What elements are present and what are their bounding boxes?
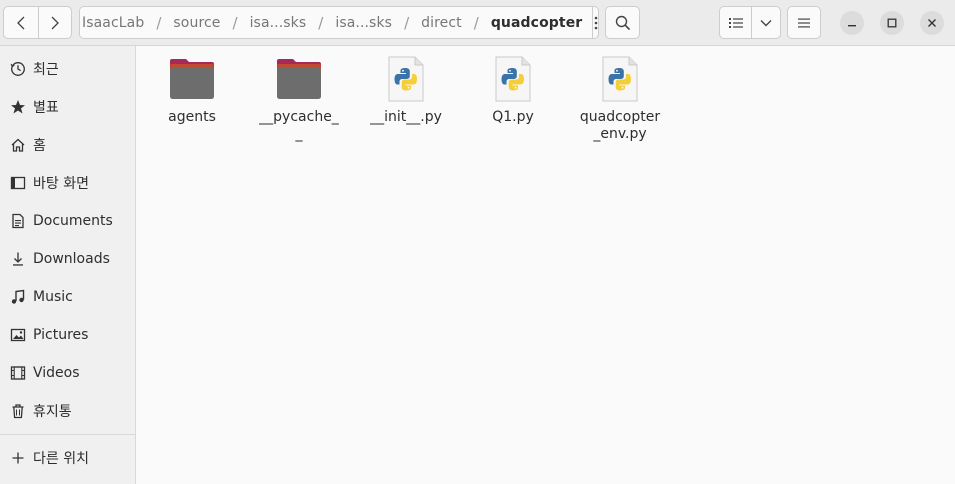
list-view-button[interactable]: [720, 7, 752, 38]
back-button[interactable]: [4, 7, 38, 38]
download-icon: [9, 251, 26, 268]
chevron-down-icon: [760, 19, 772, 26]
view-options-button[interactable]: [752, 7, 780, 38]
sidebar-item-label: 홈: [33, 138, 46, 154]
forward-button[interactable]: [37, 7, 72, 38]
path-separator: /: [232, 13, 238, 32]
file-item-q1-py[interactable]: Q1.py: [458, 55, 568, 126]
file-name: Q1.py: [492, 109, 534, 125]
minimize-button[interactable]: [840, 11, 864, 35]
file-name: quadcopter_env.py: [579, 109, 661, 142]
file-item-pycache[interactable]: __pycache__: [244, 55, 354, 143]
sidebar-item-label: Music: [33, 289, 73, 305]
sidebar-item-pictures[interactable]: Pictures: [0, 317, 135, 353]
sidebar-item-label: Downloads: [33, 251, 110, 267]
sidebar-item-label: 휴지통: [33, 404, 72, 420]
maximize-button[interactable]: [880, 11, 904, 35]
sidebar-item-label: Documents: [33, 213, 113, 229]
path-separator: /: [473, 13, 479, 32]
python-file-icon: [594, 55, 646, 103]
list-view-icon: [728, 17, 743, 28]
plus-icon: [9, 450, 26, 467]
file-item-quadcopter-env-py[interactable]: quadcopter_env.py: [565, 55, 675, 143]
file-name: __init__.py: [370, 109, 442, 125]
breadcrumb-direct[interactable]: direct: [411, 15, 472, 31]
desktop-icon: [9, 175, 26, 192]
header-bar: IsaacLab / source / isa...sks / isa...sk…: [0, 0, 955, 46]
breadcrumb-isaaclab[interactable]: IsaacLab: [82, 15, 154, 31]
path-separator: /: [404, 13, 410, 32]
path-separator: /: [156, 13, 162, 32]
sidebar-item-label: Pictures: [33, 327, 89, 343]
minimize-icon: [848, 25, 856, 27]
search-icon: [615, 15, 630, 30]
sidebar-item-label: 별표: [33, 100, 59, 116]
sidebar-item-downloads[interactable]: Downloads: [0, 241, 135, 277]
picture-icon: [9, 327, 26, 344]
sidebar-item-recent[interactable]: 최근: [0, 51, 135, 87]
file-item-agents[interactable]: agents: [137, 55, 247, 126]
sidebar-item-documents[interactable]: Documents: [0, 203, 135, 239]
python-file-icon: [487, 55, 539, 103]
sidebar-item-desktop[interactable]: 바탕 화면: [0, 165, 135, 201]
breadcrumb-current-quadcopter[interactable]: quadcopter: [481, 15, 593, 31]
navigation-buttons: [3, 6, 72, 39]
path-separator: /: [318, 13, 324, 32]
folder-icon: [166, 55, 218, 103]
sidebar-divider: [0, 434, 135, 435]
sidebar-item-videos[interactable]: Videos: [0, 355, 135, 391]
folder-icon: [273, 55, 325, 103]
main-menu-button[interactable]: [787, 6, 821, 39]
document-icon: [9, 213, 26, 230]
maximize-icon: [887, 18, 897, 28]
sidebar-item-starred[interactable]: 별표: [0, 89, 135, 125]
chevron-right-icon: [51, 16, 59, 29]
close-icon: [928, 19, 936, 27]
sidebar-item-label: 최근: [33, 62, 59, 78]
trash-icon: [9, 403, 26, 420]
sidebar-item-label: 바탕 화면: [33, 176, 89, 192]
breadcrumb-isa-sks-1[interactable]: isa...sks: [240, 15, 317, 31]
home-icon: [9, 137, 26, 154]
breadcrumb-isa-sks-2[interactable]: isa...sks: [325, 15, 402, 31]
sidebar: 최근 별표 홈 바탕 화면 Documents Downloads Music …: [0, 46, 136, 484]
vertical-dots-icon: [594, 16, 597, 29]
python-file-icon: [380, 55, 432, 103]
chevron-left-icon: [16, 16, 25, 29]
breadcrumb-source[interactable]: source: [163, 15, 230, 31]
sidebar-item-label: 다른 위치: [33, 451, 89, 467]
sidebar-item-other-locations[interactable]: 다른 위치: [0, 440, 135, 476]
file-name: agents: [168, 109, 216, 125]
sidebar-item-home[interactable]: 홈: [0, 127, 135, 163]
close-button[interactable]: [920, 11, 944, 35]
hamburger-menu-icon: [798, 18, 810, 27]
sidebar-item-trash[interactable]: 휴지통: [0, 393, 135, 429]
file-name: __pycache__: [259, 109, 339, 142]
clock-icon: [9, 61, 26, 78]
file-item-init-py[interactable]: __init__.py: [351, 55, 461, 126]
view-toggle-group: [719, 6, 781, 39]
sidebar-item-music[interactable]: Music: [0, 279, 135, 315]
film-icon: [9, 365, 26, 382]
sidebar-item-label: Videos: [33, 365, 80, 381]
file-view: agents __pycache__ __init__.py Q1.py qua…: [137, 47, 955, 484]
search-button[interactable]: [605, 6, 640, 39]
path-menu-button[interactable]: [592, 7, 598, 38]
music-note-icon: [9, 289, 26, 306]
path-bar: IsaacLab / source / isa...sks / isa...sk…: [79, 6, 599, 39]
star-icon: [9, 99, 26, 116]
